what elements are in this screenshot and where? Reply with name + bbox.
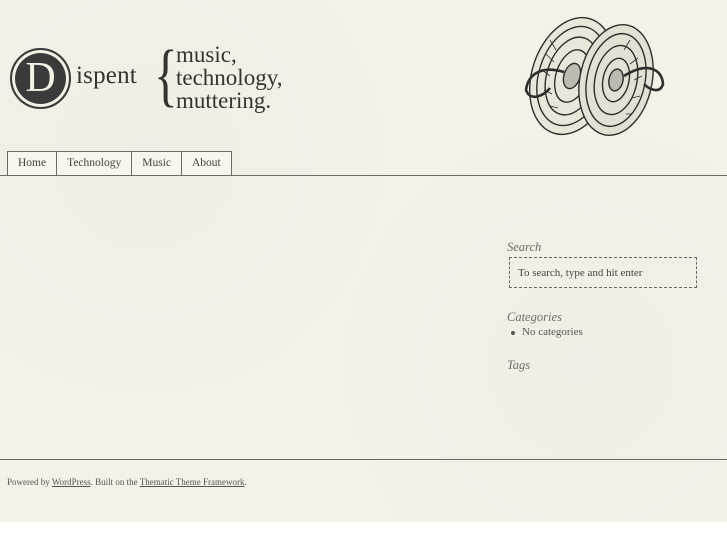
tagline-line-3: muttering.: [176, 88, 272, 113]
wordpress-link[interactable]: WordPress: [52, 477, 91, 487]
logo-brace: {: [154, 37, 178, 114]
main-navigation: Home Technology Music About: [7, 151, 232, 176]
tagline-line-1: music,: [176, 42, 237, 67]
footer-powered-by-text: Powered by: [7, 477, 52, 487]
search-widget-title: Search: [507, 240, 542, 254]
nav-item-about[interactable]: About: [181, 151, 232, 176]
nav-item-music[interactable]: Music: [131, 151, 181, 176]
site-footer: Powered by WordPress. Built on the Thema…: [7, 477, 247, 487]
nav-divider: [0, 175, 727, 176]
nav-item-technology[interactable]: Technology: [56, 151, 132, 176]
bottom-blank-strip: [0, 522, 727, 545]
list-item: No categories: [510, 325, 583, 340]
tags-widget-title: Tags: [507, 358, 531, 372]
categories-widget-title: Categories: [507, 310, 562, 324]
categories-list: No categories: [510, 325, 583, 340]
tagline-line-2: technology,: [176, 65, 283, 90]
thematic-framework-link[interactable]: Thematic Theme Framework: [140, 477, 245, 487]
logo-wordmark: ispent: [76, 62, 137, 89]
search-input[interactable]: [509, 257, 697, 288]
site-tagline: music, technology, muttering.: [176, 43, 282, 112]
site-logo[interactable]: D ispent { music, technology, muttering.: [10, 41, 290, 119]
logo-letter: D: [25, 55, 56, 101]
footer-built-on-text: . Built on the: [90, 477, 140, 487]
footer-divider: [0, 459, 727, 460]
footer-end-text: .: [244, 477, 247, 487]
nav-item-home[interactable]: Home: [7, 151, 57, 176]
cymbals-illustration-icon: [524, 16, 665, 136]
